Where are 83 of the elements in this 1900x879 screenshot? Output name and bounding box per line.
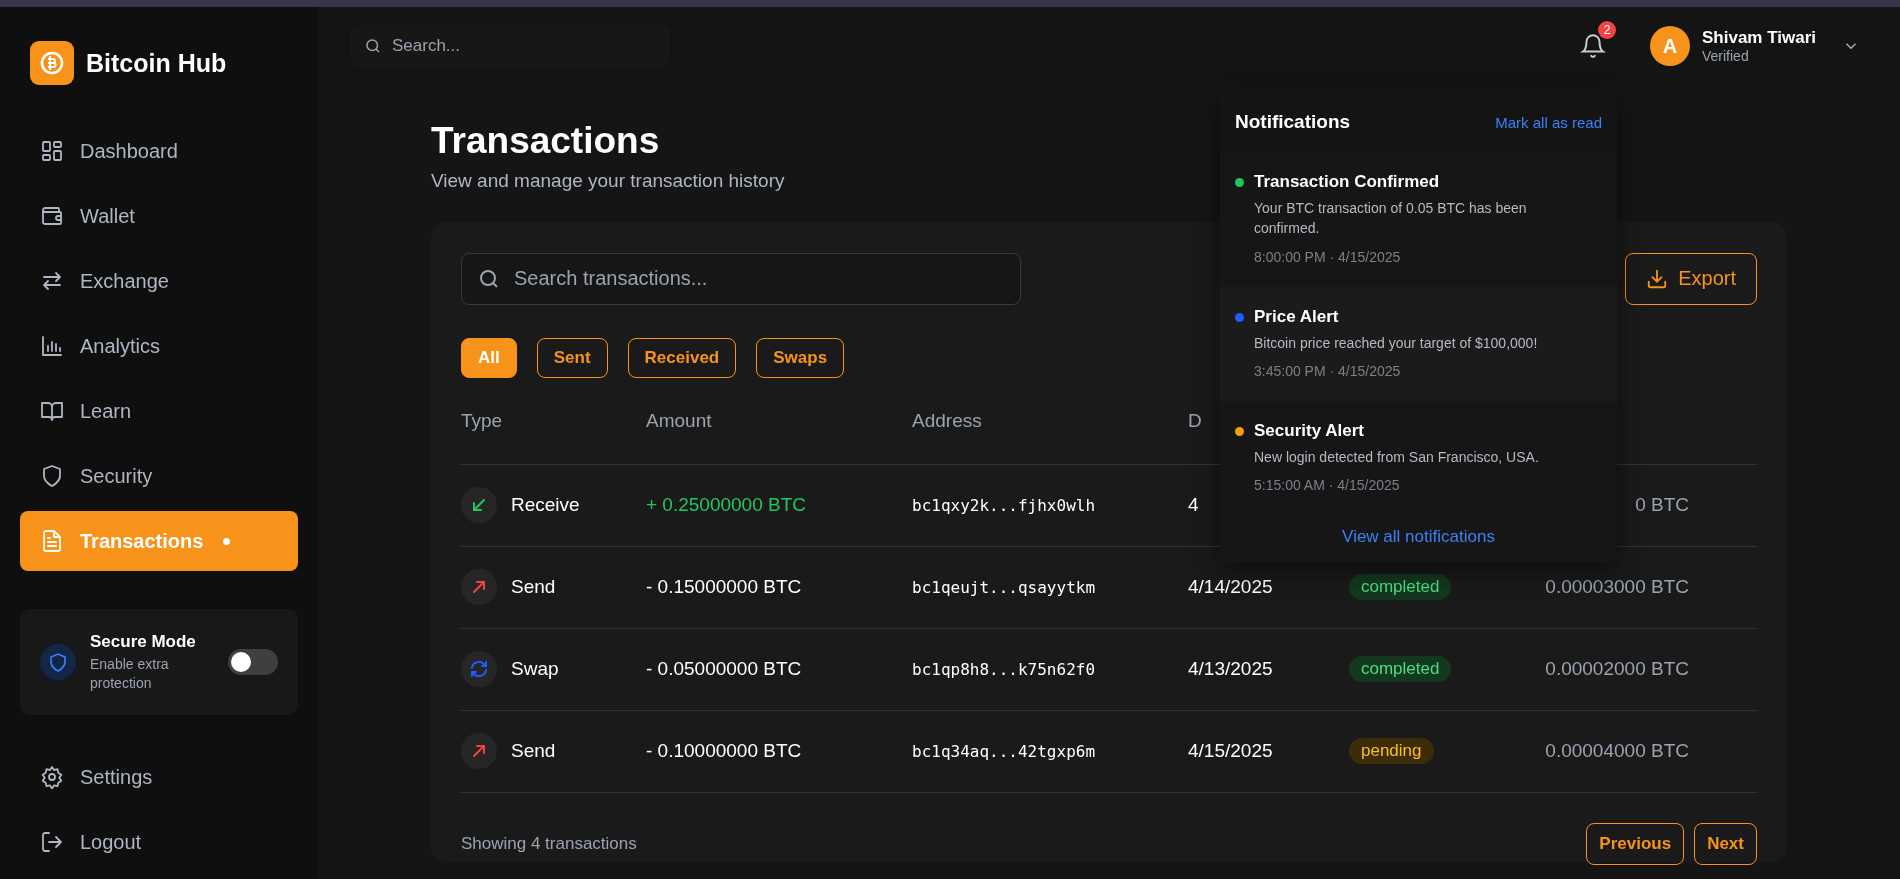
nav-item[interactable]: Analytics: [20, 316, 298, 376]
table-cell-text: - 0.15000000 BTC: [646, 576, 803, 599]
column-header: D: [1188, 409, 1202, 432]
arrow-up-right-icon: [461, 733, 497, 770]
refresh-icon: [461, 651, 497, 688]
table-cell-text: 0.00003000 BTC: [1544, 576, 1689, 599]
table-cell-text: 4/13/2025: [1188, 658, 1274, 681]
secure-mode-description: Enable extra protection: [90, 654, 170, 693]
notification-count-badge: 2: [1598, 21, 1616, 39]
shield-icon: [40, 464, 64, 488]
nav-item[interactable]: Settings: [20, 747, 298, 807]
search-icon: [364, 37, 382, 55]
notification-time: 8:00:00 PM · 4/15/2025: [1254, 248, 1402, 265]
table-cell-text: bc1qp8h8...k75n62f0: [912, 659, 1097, 679]
notification-time: 5:15:00 AM · 4/15/2025: [1254, 477, 1401, 494]
table-cell-text: - 0.10000000 BTC: [646, 740, 803, 763]
nav-item[interactable]: Dashboard: [20, 121, 298, 181]
grid-icon: [40, 139, 64, 163]
filter-tab[interactable]: Received: [627, 337, 737, 378]
secure-mode-title: Secure Mode: [90, 631, 197, 652]
download-icon: [1646, 267, 1669, 290]
table-cell: Swap: [511, 658, 559, 681]
view-all-notifications-link[interactable]: View all notifications: [1342, 527, 1495, 548]
nav-item[interactable]: Learn: [20, 381, 298, 441]
status-badge: pending: [1349, 738, 1434, 765]
pagination-button[interactable]: Next: [1694, 822, 1757, 865]
nav-item[interactable]: Wallet: [20, 186, 298, 246]
search-field[interactable]: Search transactions...: [461, 252, 1021, 305]
notification-time: 3:45:00 PM · 4/15/2025: [1254, 362, 1402, 379]
wallet-icon: [40, 204, 64, 228]
nav-item[interactable]: Logout: [20, 812, 298, 872]
table-cell-text: 4/14/2025: [1188, 576, 1274, 599]
table-cell-text: - 0.05000000 BTC: [646, 658, 803, 681]
notification-title: Security Alert: [1254, 420, 1365, 441]
logout-icon: [40, 830, 64, 854]
notification-title: Price Alert: [1254, 306, 1340, 327]
user-name: Shivam Tiwari: [1702, 28, 1816, 48]
table-cell: Send: [511, 740, 556, 763]
nav-item[interactable]: Exchange: [20, 251, 298, 311]
nav-item[interactable]: Security: [20, 446, 298, 506]
table-cell-text: bc1q34aq...42tgxp6m: [912, 741, 1097, 761]
shield-icon: [40, 644, 76, 680]
active-dot: [223, 537, 231, 545]
notifications-title: Notifications: [1235, 111, 1351, 133]
export-button[interactable]: Export: [1625, 252, 1757, 305]
notification-message: New login detected from San Francisco, USA.: [1254, 447, 1539, 467]
column-header: Address: [912, 409, 982, 432]
arrow-up-right-icon: [461, 569, 497, 606]
notification-title: Transaction Confirmed: [1254, 172, 1441, 192]
table-cell-text: 4: [1188, 494, 1200, 517]
arrow-down-left-icon: [461, 487, 497, 524]
page-title: Transactions: [431, 121, 660, 162]
table-cell: Send: [511, 576, 556, 599]
column-header: Amount: [646, 409, 712, 432]
book-icon: [40, 399, 64, 423]
table-cell: Receive: [511, 494, 580, 517]
status-badge: completed: [1349, 656, 1452, 683]
bar-chart-icon: [40, 334, 64, 358]
bitcoin-logo-icon: [30, 41, 74, 85]
bell-icon[interactable]: [1580, 33, 1606, 59]
filter-tab[interactable]: Swaps: [756, 337, 845, 378]
settings-icon: [40, 765, 64, 789]
table-cell-text: 0.00004000 BTC: [1544, 740, 1689, 763]
table-cell-text: bc1qeujt...qsayytkm: [912, 577, 1097, 597]
document-icon: [40, 529, 64, 553]
notification-message: Bitcoin price reached your target of $100,000!: [1254, 333, 1538, 353]
page-subtitle: View and manage your transaction history: [431, 169, 785, 192]
table-cell-text: bc1qxy2k...fjhx0wlh: [912, 495, 1097, 515]
table-cell-text: 4/15/2025: [1188, 740, 1274, 763]
mark-all-read-link[interactable]: Mark all as read: [1495, 113, 1602, 131]
notification-message: Your BTC transaction of 0.05 BTC has been confirmed.: [1254, 199, 1528, 239]
column-header: Type: [461, 409, 503, 432]
table-cell-text: 0 BTC: [1634, 494, 1689, 517]
filter-tab[interactable]: Sent: [536, 337, 608, 378]
brand-name: Bitcoin Hub: [86, 48, 227, 78]
transaction-count: Showing 4 transactions: [461, 833, 637, 854]
swap-arrows-icon: [40, 269, 64, 293]
user-status: Verified: [1702, 48, 1750, 64]
toggle-switch[interactable]: [228, 649, 278, 675]
status-badge: completed: [1349, 574, 1452, 601]
table-cell-text: + 0.25000000 BTC: [646, 494, 808, 517]
table-cell-text: 0.00002000 BTC: [1544, 658, 1689, 681]
pagination-button[interactable]: Previous: [1586, 822, 1685, 865]
